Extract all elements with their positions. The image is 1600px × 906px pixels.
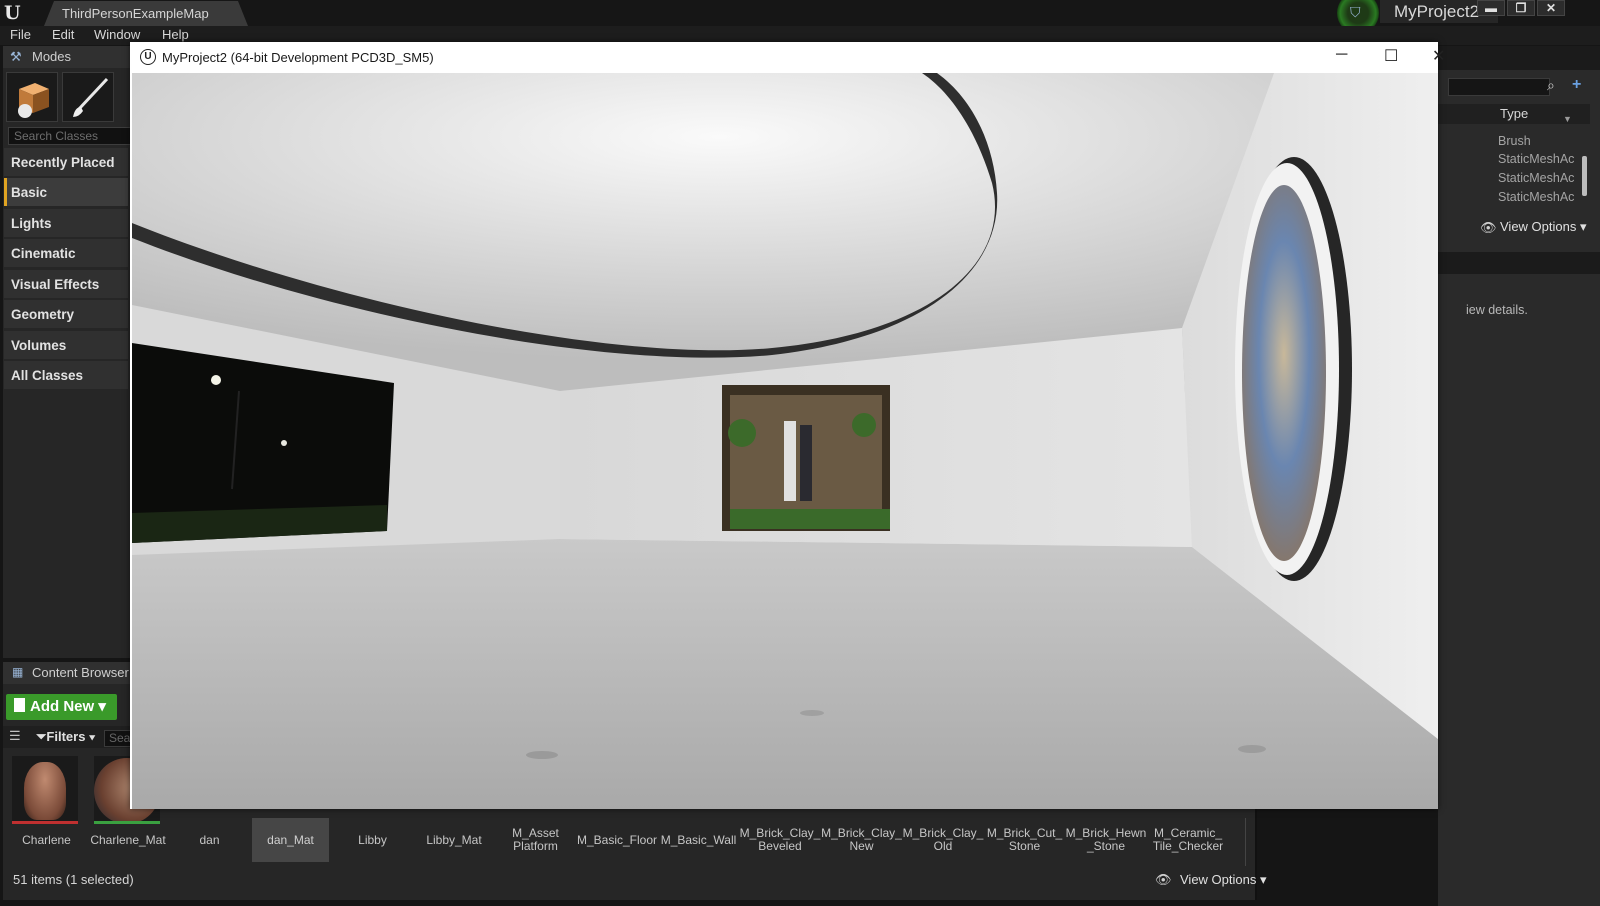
outliner-scrollbar[interactable] bbox=[1582, 156, 1587, 196]
place-mode-button[interactable] bbox=[6, 72, 58, 122]
category-cinematic[interactable]: Cinematic bbox=[4, 239, 128, 267]
details-tab-strip bbox=[1438, 252, 1600, 274]
asset-tile[interactable]: M_Ceramic_ Tile_Checker bbox=[1147, 818, 1229, 862]
add-actor-icon[interactable]: + bbox=[1572, 76, 1581, 94]
content-view-options[interactable]: View Options ▾ bbox=[1180, 872, 1267, 888]
outliner-row-type[interactable]: StaticMeshAc bbox=[1498, 190, 1574, 204]
category-basic[interactable]: Basic bbox=[4, 178, 128, 206]
asset-tile[interactable]: Libby_Mat bbox=[413, 818, 495, 862]
asset-divider bbox=[1245, 818, 1246, 866]
editor-close-button[interactable]: ✕ bbox=[1537, 0, 1565, 16]
game-window-title: MyProject2 (64-bit Development PCD3D_SM5… bbox=[162, 50, 434, 65]
filters-button[interactable]: ⏷Filters ▾ bbox=[36, 729, 95, 745]
asset-tile[interactable]: M_Brick_Clay_ Old bbox=[902, 818, 984, 862]
asset-thumbnail-charlene[interactable] bbox=[12, 756, 78, 824]
game-close-button[interactable]: ✕ bbox=[1432, 46, 1445, 66]
asset-tile[interactable]: Libby bbox=[332, 818, 413, 862]
eye-icon: 👁 bbox=[1480, 220, 1497, 235]
paint-mode-button[interactable] bbox=[62, 72, 114, 122]
category-volumes[interactable]: Volumes bbox=[4, 331, 128, 359]
character-head-icon bbox=[24, 762, 66, 820]
asset-tile[interactable]: Charlene bbox=[6, 818, 87, 862]
game-maximize-button[interactable]: ☐ bbox=[1384, 46, 1398, 66]
level-tab[interactable]: ThirdPersonExampleMap bbox=[44, 1, 248, 26]
outliner-search-input[interactable] bbox=[1448, 78, 1550, 96]
items-count-status: 51 items (1 selected) bbox=[13, 872, 134, 887]
asset-tile-selected[interactable]: dan_Mat bbox=[252, 818, 329, 862]
menu-help[interactable]: Help bbox=[162, 27, 189, 42]
editor-restore-button[interactable]: ❐ bbox=[1507, 0, 1535, 16]
menu-window[interactable]: Window bbox=[94, 27, 140, 42]
outliner-row-type[interactable]: StaticMeshAc bbox=[1498, 171, 1574, 185]
category-lights[interactable]: Lights bbox=[4, 209, 128, 237]
outliner-view-options[interactable]: View Options ▾ bbox=[1500, 219, 1587, 235]
category-geometry[interactable]: Geometry bbox=[4, 300, 128, 328]
type-column-header[interactable]: Type bbox=[1500, 106, 1528, 121]
details-hint-text: iew details. bbox=[1466, 303, 1528, 317]
menu-file[interactable]: File bbox=[10, 27, 31, 42]
project-name: MyProject2 bbox=[1394, 2, 1480, 21]
new-file-icon bbox=[14, 698, 25, 712]
modes-tab-label: Modes bbox=[32, 49, 72, 64]
asset-tile[interactable]: M_Basic_Wall bbox=[658, 818, 739, 862]
paint-brush-icon bbox=[73, 77, 109, 117]
game-viewport[interactable] bbox=[132, 73, 1438, 809]
outliner-row-type[interactable]: StaticMeshAc bbox=[1498, 152, 1574, 166]
source-control-icon: ⛉ bbox=[1350, 4, 1361, 20]
category-recently-placed[interactable]: Recently Placed bbox=[4, 148, 128, 176]
outliner-tab-strip bbox=[1438, 46, 1600, 70]
unreal-logo-icon[interactable]: U bbox=[4, 2, 28, 24]
asset-tile[interactable]: M_Brick_Cut_ Stone bbox=[984, 818, 1065, 862]
filter-icon: ⏷ bbox=[36, 729, 47, 744]
outliner-row-type[interactable]: Brush bbox=[1498, 134, 1531, 148]
asset-tile[interactable]: M_Brick_Hewn _Stone bbox=[1065, 818, 1147, 862]
asset-tile[interactable]: M_Basic_Floor bbox=[576, 818, 658, 862]
category-visual-effects[interactable]: Visual Effects bbox=[4, 270, 128, 298]
gallery-scene bbox=[132, 73, 1438, 809]
asset-label-row: Charlene Charlene_Mat dan dan_Mat Libby … bbox=[6, 818, 1244, 864]
asset-tile[interactable]: M_Brick_Clay_ Beveled bbox=[739, 818, 821, 862]
sort-arrow-icon[interactable]: ▼ bbox=[1563, 114, 1572, 124]
content-browser-tab-label: Content Browser bbox=[32, 665, 129, 680]
category-all-classes[interactable]: All Classes bbox=[4, 361, 128, 389]
menu-edit[interactable]: Edit bbox=[52, 27, 74, 42]
content-browser-icon: ▦ bbox=[12, 665, 24, 679]
sources-panel-icon[interactable]: ☰ bbox=[9, 728, 21, 744]
modes-icon: ⚒ bbox=[10, 49, 22, 64]
unreal-logo-icon: U bbox=[140, 49, 156, 65]
editor-minimize-button[interactable]: ▬ bbox=[1477, 0, 1505, 16]
add-new-label: Add New ▾ bbox=[30, 698, 106, 715]
asset-tile[interactable]: M_Asset Platform bbox=[495, 818, 576, 862]
search-icon[interactable]: ⌕ bbox=[1547, 77, 1555, 94]
eye-icon: 👁 bbox=[1155, 872, 1172, 887]
game-minimize-button[interactable]: ─ bbox=[1336, 46, 1347, 64]
filters-label: Filters ▾ bbox=[46, 729, 96, 744]
search-classes-input[interactable]: Search Classes bbox=[8, 127, 131, 145]
add-new-button[interactable]: Add New ▾ bbox=[6, 694, 117, 720]
asset-tile[interactable]: M_Brick_Clay_ New bbox=[821, 818, 902, 862]
asset-tile[interactable]: Charlene_Mat bbox=[87, 818, 169, 862]
place-mode-icon bbox=[18, 83, 49, 118]
asset-tile[interactable]: dan bbox=[169, 818, 250, 862]
